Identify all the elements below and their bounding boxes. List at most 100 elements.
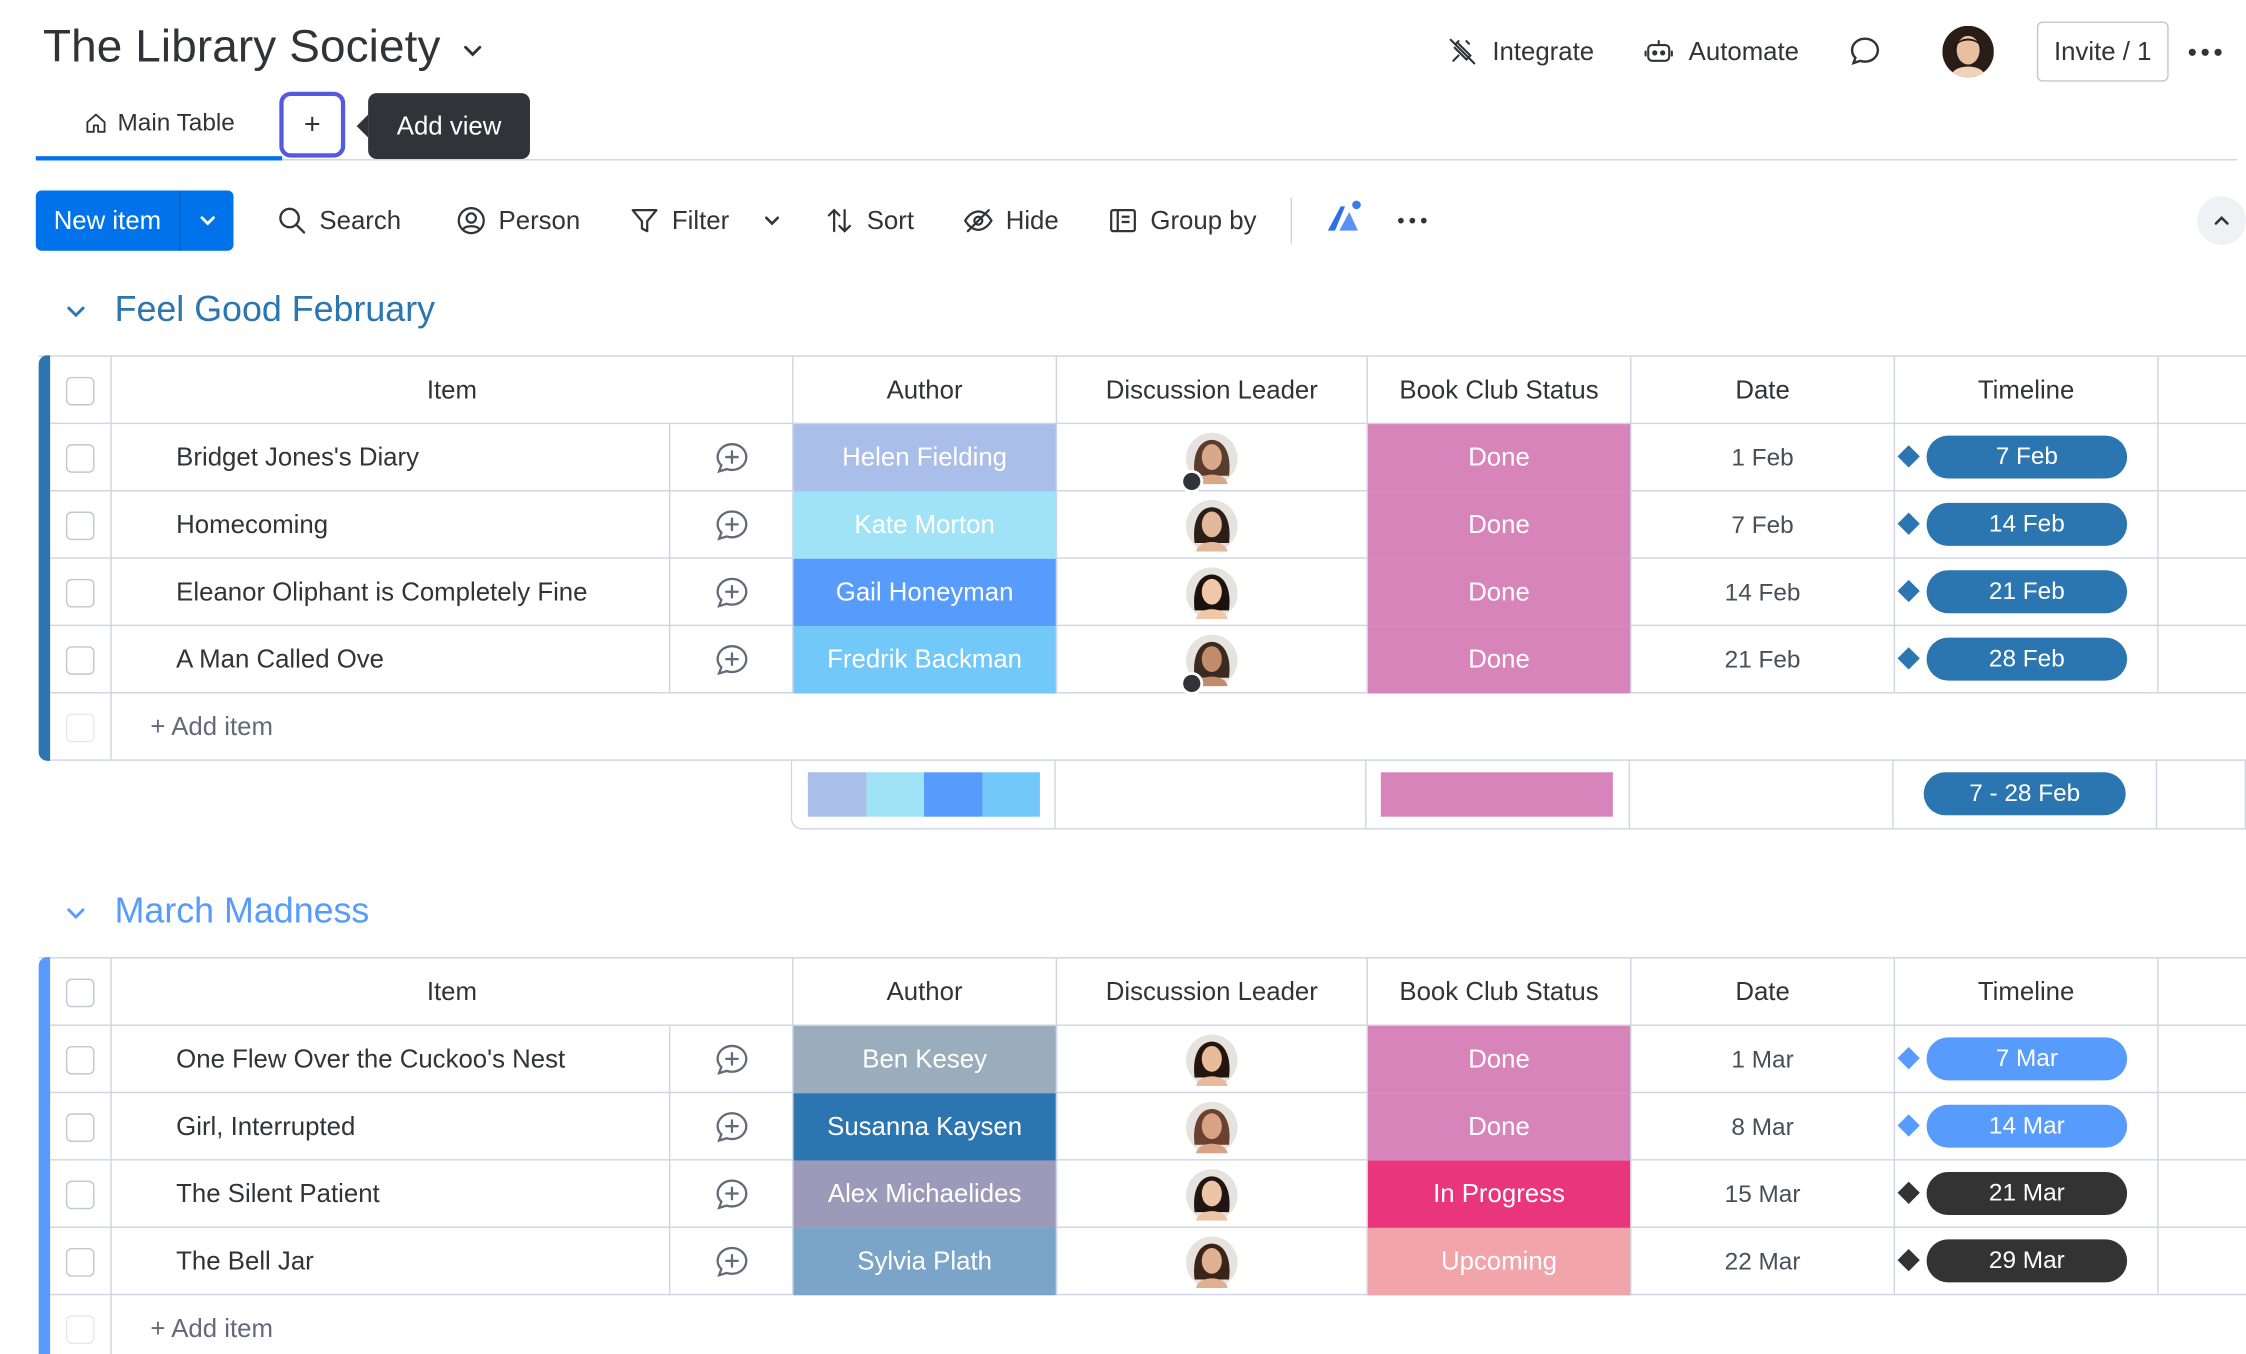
status-cell[interactable]: Done [1367, 1093, 1632, 1161]
column-header-status[interactable]: Book Club Status [1368, 958, 1632, 1026]
column-header-discussion-leader[interactable]: Discussion Leader [1057, 958, 1368, 1026]
timeline-cell[interactable]: 14 Feb [1895, 491, 2159, 559]
status-cell[interactable]: Done [1367, 424, 1632, 492]
item-name[interactable]: Girl, Interrupted [112, 1093, 671, 1161]
leader-avatar[interactable] [1186, 1033, 1238, 1086]
tab-main-table[interactable]: Main Table [35, 89, 283, 161]
chevron-down-icon[interactable] [458, 35, 487, 64]
row-check-cell[interactable] [50, 626, 112, 694]
table-row[interactable]: The Bell Jar Sylvia Plath Upcoming 22 Mar 29… [50, 1227, 2246, 1296]
item-name[interactable]: The Silent Patient [112, 1160, 671, 1228]
row-check-cell[interactable] [50, 1160, 112, 1228]
table-row[interactable]: Bridget Jones's Diary Helen Fielding Done 1… [50, 424, 2246, 493]
discussion-leader-cell[interactable] [1057, 626, 1368, 695]
table-row[interactable]: The Silent Patient Alex Michaelides In Pro… [50, 1160, 2246, 1228]
add-update-button[interactable] [670, 424, 794, 492]
author-cell[interactable]: Gail Honeyman [793, 558, 1058, 627]
timeline-bar[interactable]: 21 Feb [1926, 570, 2128, 614]
group-title[interactable]: March Madness [115, 891, 370, 933]
timeline-cell[interactable]: 7 Mar [1895, 1025, 2159, 1094]
discussion-leader-cell[interactable] [1057, 1227, 1368, 1296]
row-checkbox[interactable] [65, 1247, 95, 1276]
discussion-leader-cell[interactable] [1057, 558, 1368, 627]
timeline-bar[interactable]: 7 Mar [1926, 1037, 2128, 1081]
timeline-bar[interactable]: 14 Feb [1926, 502, 2128, 546]
timeline-summary[interactable]: 7 - 28 Feb [1894, 760, 2158, 829]
add-update-button[interactable] [670, 1160, 794, 1228]
add-item-row[interactable]: + Add item [50, 693, 2246, 761]
timeline-bar[interactable]: 21 Mar [1926, 1172, 2128, 1216]
row-check-cell[interactable] [50, 424, 112, 492]
timeline-cell[interactable]: 28 Feb [1895, 626, 2159, 694]
add-item-row[interactable]: + Add item [50, 1295, 2246, 1354]
board-title-row[interactable]: The Library Society [43, 20, 486, 73]
date-cell[interactable]: 7 Feb [1632, 491, 1896, 559]
row-check-cell[interactable] [50, 1093, 112, 1161]
add-update-button[interactable] [670, 491, 794, 559]
date-cell[interactable]: 1 Feb [1632, 424, 1896, 492]
chevron-down-icon[interactable] [63, 899, 89, 925]
timeline-cell[interactable]: 21 Feb [1895, 558, 2159, 627]
discussion-leader-cell[interactable] [1057, 424, 1368, 493]
column-header-author[interactable]: Author [794, 958, 1058, 1026]
item-name[interactable]: The Bell Jar [112, 1227, 671, 1296]
column-header-author[interactable]: Author [794, 356, 1058, 425]
discussion-leader-cell[interactable] [1057, 491, 1368, 559]
discussion-leader-cell[interactable] [1057, 1160, 1368, 1228]
add-item-input[interactable]: + Add item [112, 1295, 2152, 1354]
leader-avatar[interactable] [1186, 1235, 1238, 1288]
select-all-checkbox[interactable] [65, 376, 95, 405]
group-by-button[interactable]: Group by [1107, 205, 1256, 237]
row-check-cell[interactable] [50, 491, 112, 559]
date-cell[interactable]: 15 Mar [1632, 1160, 1896, 1228]
table-row[interactable]: Homecoming Kate Morton Done 7 Feb 14 Feb [50, 491, 2246, 559]
date-cell[interactable]: 1 Mar [1632, 1025, 1896, 1094]
person-filter-button[interactable]: Person [456, 205, 580, 237]
column-header-discussion-leader[interactable]: Discussion Leader [1057, 356, 1368, 425]
automate-button[interactable]: Automate [1643, 36, 1799, 68]
column-header-item[interactable]: Item [112, 356, 794, 425]
row-checkbox[interactable] [65, 510, 95, 540]
timeline-cell[interactable]: 14 Mar [1895, 1093, 2159, 1161]
discussion-leader-cell[interactable] [1057, 1025, 1368, 1094]
toolbar-more-icon[interactable] [1398, 217, 1427, 224]
item-name[interactable]: One Flew Over the Cuckoo's Nest [112, 1025, 671, 1094]
timeline-bar[interactable]: 29 Mar [1926, 1239, 2128, 1283]
author-cell[interactable]: Ben Kesey [793, 1025, 1058, 1094]
leader-avatar[interactable] [1186, 1168, 1238, 1221]
author-cell[interactable]: Fredrik Backman [793, 626, 1058, 694]
author-cell[interactable]: Sylvia Plath [793, 1227, 1058, 1296]
sort-button[interactable]: Sort [824, 205, 914, 237]
table-row[interactable]: A Man Called Ove Fredrik Backman Done 21 Fe… [50, 626, 2246, 695]
status-cell[interactable]: In Progress [1367, 1160, 1632, 1228]
item-name[interactable]: Eleanor Oliphant is Completely Fine [112, 558, 671, 627]
column-header-date[interactable]: Date [1632, 356, 1896, 425]
chat-bubble-icon[interactable] [1848, 34, 1882, 68]
row-checkbox[interactable] [65, 578, 95, 607]
board-title[interactable]: The Library Society [43, 20, 441, 73]
column-header-item[interactable]: Item [112, 958, 794, 1026]
row-check-cell[interactable] [50, 1025, 112, 1094]
date-cell[interactable]: 8 Mar [1632, 1093, 1896, 1161]
more-options-icon[interactable] [2188, 47, 2229, 56]
column-header-timeline[interactable]: Timeline [1895, 958, 2159, 1026]
search-button[interactable]: Search [276, 205, 401, 237]
status-cell[interactable]: Done [1367, 1025, 1632, 1094]
leader-avatar[interactable] [1186, 1101, 1238, 1153]
status-summary[interactable] [1367, 760, 1631, 829]
author-summary[interactable] [792, 760, 1056, 829]
leader-avatar[interactable] [1186, 499, 1238, 551]
row-check-cell[interactable] [50, 1227, 112, 1296]
hide-button[interactable]: Hide [963, 205, 1059, 237]
add-update-button[interactable] [670, 1093, 794, 1161]
chevron-down-icon[interactable] [63, 297, 89, 323]
table-row[interactable]: One Flew Over the Cuckoo's Nest Ben Kesey… [50, 1025, 2246, 1094]
column-header-date[interactable]: Date [1632, 958, 1896, 1026]
add-item-input[interactable]: + Add item [112, 693, 2152, 760]
status-cell[interactable]: Upcoming [1367, 1227, 1632, 1296]
add-column-cell[interactable] [2159, 959, 2246, 1026]
table-row[interactable]: Girl, Interrupted Susanna Kaysen Done 8 Mar… [50, 1093, 2246, 1161]
select-all-checkbox[interactable] [65, 977, 95, 1007]
timeline-cell[interactable]: 7 Feb [1895, 424, 2159, 492]
date-cell[interactable]: 14 Feb [1632, 558, 1896, 627]
